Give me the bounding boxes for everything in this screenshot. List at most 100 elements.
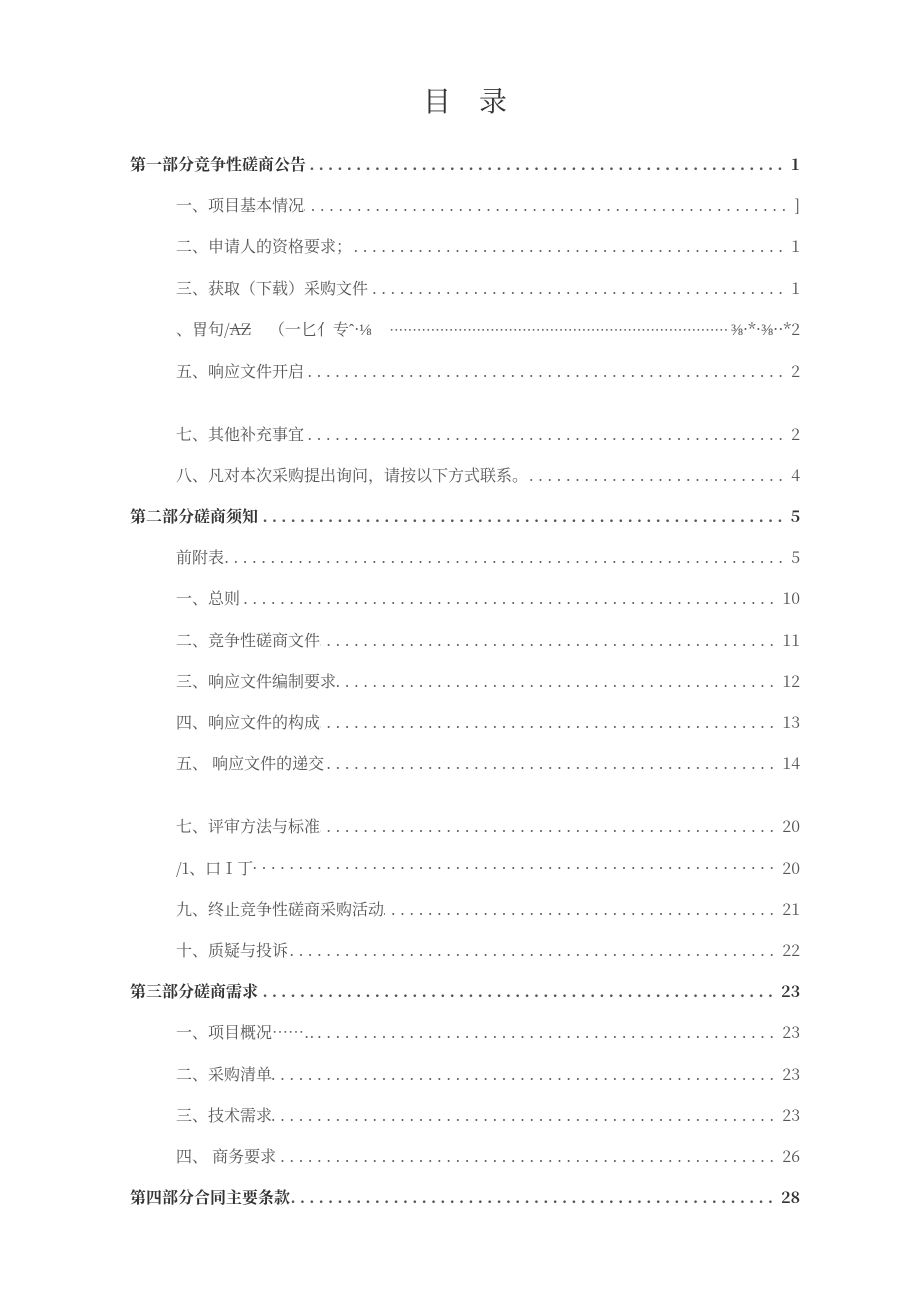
toc-page: 11 [778,630,800,649]
toc-leader [368,278,787,297]
toc-label: 第一部分竞争性磋商公告 [130,154,306,173]
toc-leader [320,712,778,731]
document-page: 目录 第一部分竞争性磋商公告 1 一、项目基本情况] 二、申请人的资格要求； 1 三、获取… [0,0,920,1302]
toc-leader [304,195,790,214]
toc-leader [389,322,726,339]
toc-entry: 五、 响应文件的递交 14 [130,753,800,772]
toc-leader [304,424,787,443]
toc-leader [288,940,778,959]
toc-page: 21 [778,899,800,918]
toc-label: /1、口Ⅰ丁 [176,858,253,877]
toc-leader [258,981,777,1000]
toc-entry: /1、口Ⅰ丁 20 [130,858,800,877]
toc-entry: 一、总则 10 [130,588,800,607]
toc-section: 第四部分合同主要条款 28 [130,1187,800,1206]
toc-label: 四、 商务要求 [176,1146,276,1165]
toc-label: 三、响应文件编制要求 [176,671,336,690]
toc-leader [240,588,778,607]
toc-leader [384,899,778,918]
toc-page: 20 [778,858,800,877]
toc-page: 23 [778,1022,800,1041]
toc-page: 4 [787,465,800,484]
toc-entry: 三、技术需求 23 [130,1105,800,1124]
toc-list: 第一部分竞争性磋商公告 1 一、项目基本情况] 二、申请人的资格要求； 1 三、获取（下载… [130,154,800,1206]
toc-page: 12 [778,671,800,690]
toc-leader [290,1187,777,1206]
toc-label: 二、申请人的资格要求； [176,236,352,255]
toc-label: 第三部分磋商需求 [130,981,258,1000]
toc-page: 14 [778,753,800,772]
toc-page: 5 [787,547,800,566]
toc-leader [272,1064,778,1083]
toc-leader [224,547,787,566]
toc-page: ⅜·*·⅜··*2 [727,319,800,338]
toc-entry: 四、响应文件的构成 13 [130,712,800,731]
toc-entry: 二、竞争性磋商文件 11 [130,630,800,649]
toc-page: 1 [787,236,800,255]
toc-entry: 二、采购清单 23 [130,1064,800,1083]
toc-label: 十、质疑与投诉 [176,940,288,959]
toc-section: 第二部分磋商须知 5 [130,506,800,525]
toc-section: 第一部分竞争性磋商公告 1 [130,154,800,173]
toc-entry: 三、响应文件编制要求 12 [130,671,800,690]
toc-entry: 前附表 5 [130,547,800,566]
toc-page: 10 [778,588,800,607]
toc-gap [130,794,800,816]
toc-entry: 九、终止竞争性磋商采购活动 21 [130,899,800,918]
toc-label: 五、响应文件开启 [176,361,304,380]
toc-page: 22 [778,940,800,959]
toc-label: 七、评审方法与标准 [176,816,320,835]
toc-leader [336,671,778,690]
toc-label: 、胃句/AZ [176,319,251,338]
toc-leader [272,1105,778,1124]
toc-label: 三、获取（下载）采购文件 [176,278,368,297]
toc-leader [258,506,787,525]
toc-entry: 八、凡对本次采购提出询问，请按以下方式联系。 4 [130,465,800,484]
toc-leader [352,236,787,255]
toc-page: 5 [787,506,800,525]
toc-leader [304,361,787,380]
toc-leader [528,465,787,484]
toc-mid: （一匕亻专ˆ·⅛ [251,319,390,338]
toc-entry: 七、评审方法与标准 20 [130,816,800,835]
toc-label: 二、采购清单 [176,1064,272,1083]
toc-leader [314,1022,778,1041]
toc-leader [276,1146,778,1165]
toc-page: 1 [787,154,800,173]
toc-entry: 、胃句/AZ（一匕亻专ˆ·⅛ ⅜·*·⅜··*2 [130,319,800,339]
toc-entry: 一、项目概况…….. 23 [130,1022,800,1041]
toc-label: 一、总则 [176,588,240,607]
toc-title: 目录 [130,80,800,120]
toc-leader [306,154,787,173]
toc-page: 1 [787,278,800,297]
toc-page: 20 [778,816,800,835]
toc-label: 一、项目概况…….. [176,1022,314,1041]
toc-entry: 十、质疑与投诉 22 [130,940,800,959]
toc-gap [130,402,800,424]
toc-entry: 一、项目基本情况] [130,195,800,214]
toc-label: 四、响应文件的构成 [176,712,320,731]
toc-label: 前附表 [176,547,224,566]
toc-entry: 二、申请人的资格要求； 1 [130,236,800,255]
toc-page: 26 [778,1146,800,1165]
toc-label: 第四部分合同主要条款 [130,1187,290,1206]
toc-label-strike: AZ [230,317,251,340]
toc-page: 28 [777,1187,800,1206]
toc-page: 2 [787,361,800,380]
toc-label: 八、凡对本次采购提出询问，请按以下方式联系。 [176,465,528,484]
toc-label: 二、竞争性磋商文件 [176,630,320,649]
toc-page: 2 [787,424,800,443]
toc-label: 七、其他补充事宜 [176,424,304,443]
toc-section: 第三部分磋商需求 23 [130,981,800,1000]
toc-page: 23 [778,1064,800,1083]
toc-leader [324,753,778,772]
toc-leader [320,630,778,649]
toc-page: ] [790,195,800,214]
toc-entry: 七、其他补充事宜 2 [130,424,800,443]
toc-label: 三、技术需求 [176,1105,272,1124]
toc-label: 九、终止竞争性磋商采购活动 [176,899,384,918]
toc-page: 23 [777,981,800,1000]
toc-label: 第二部分磋商须知 [130,506,258,525]
toc-page: 13 [778,712,800,731]
toc-label: 五、 响应文件的递交 [176,753,324,772]
